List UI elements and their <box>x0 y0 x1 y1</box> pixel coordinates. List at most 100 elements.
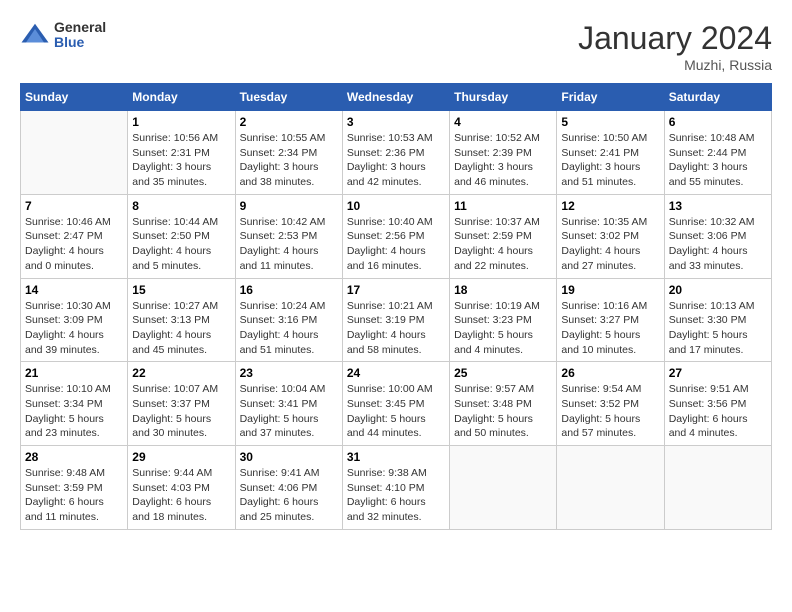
day-number: 6 <box>669 115 767 129</box>
day-number: 2 <box>240 115 338 129</box>
day-info: Sunrise: 10:07 AMSunset: 3:37 PMDaylight… <box>132 382 230 441</box>
day-info: Sunrise: 10:00 AMSunset: 3:45 PMDaylight… <box>347 382 445 441</box>
location-subtitle: Muzhi, Russia <box>578 57 772 73</box>
calendar-day: 21 Sunrise: 10:10 AMSunset: 3:34 PMDaylig… <box>21 362 128 446</box>
weekday-header-friday: Friday <box>557 84 664 111</box>
weekday-header-monday: Monday <box>128 84 235 111</box>
day-number: 9 <box>240 199 338 213</box>
day-number: 29 <box>132 450 230 464</box>
day-number: 19 <box>561 283 659 297</box>
calendar-day: 15 Sunrise: 10:27 AMSunset: 3:13 PMDaylig… <box>128 278 235 362</box>
day-number: 15 <box>132 283 230 297</box>
day-info: Sunrise: 10:48 AMSunset: 2:44 PMDaylight… <box>669 131 767 190</box>
day-info: Sunrise: 9:54 AMSunset: 3:52 PMDaylight:… <box>561 382 659 441</box>
calendar-day: 5 Sunrise: 10:50 AMSunset: 2:41 PMDayligh… <box>557 111 664 195</box>
calendar-day: 18 Sunrise: 10:19 AMSunset: 3:23 PMDaylig… <box>450 278 557 362</box>
calendar-day: 19 Sunrise: 10:16 AMSunset: 3:27 PMDaylig… <box>557 278 664 362</box>
logo-text: General Blue <box>54 20 106 51</box>
day-number: 20 <box>669 283 767 297</box>
day-info: Sunrise: 9:44 AMSunset: 4:03 PMDaylight:… <box>132 466 230 525</box>
logo-general-text: General <box>54 20 106 35</box>
day-number: 13 <box>669 199 767 213</box>
calendar-table: SundayMondayTuesdayWednesdayThursdayFrid… <box>20 83 772 530</box>
day-info: Sunrise: 10:40 AMSunset: 2:56 PMDaylight… <box>347 215 445 274</box>
day-number: 28 <box>25 450 123 464</box>
day-number: 31 <box>347 450 445 464</box>
calendar-day <box>557 446 664 530</box>
calendar-week-1: 1 Sunrise: 10:56 AMSunset: 2:31 PMDayligh… <box>21 111 772 195</box>
day-number: 22 <box>132 366 230 380</box>
calendar-day: 2 Sunrise: 10:55 AMSunset: 2:34 PMDayligh… <box>235 111 342 195</box>
calendar-day: 1 Sunrise: 10:56 AMSunset: 2:31 PMDayligh… <box>128 111 235 195</box>
calendar-day: 6 Sunrise: 10:48 AMSunset: 2:44 PMDayligh… <box>664 111 771 195</box>
calendar-day: 11 Sunrise: 10:37 AMSunset: 2:59 PMDaylig… <box>450 194 557 278</box>
day-number: 21 <box>25 366 123 380</box>
logo-blue-text: Blue <box>54 35 106 50</box>
calendar-day: 13Sunrise: 10:32 AMSunset: 3:06 PMDaylig… <box>664 194 771 278</box>
day-info: Sunrise: 10:46 AMSunset: 2:47 PMDaylight… <box>25 215 123 274</box>
calendar-day: 9 Sunrise: 10:42 AMSunset: 2:53 PMDayligh… <box>235 194 342 278</box>
logo-icon <box>20 20 50 50</box>
calendar-day: 27 Sunrise: 9:51 AMSunset: 3:56 PMDayligh… <box>664 362 771 446</box>
page-header: General Blue January 2024 Muzhi, Russia <box>20 20 772 73</box>
calendar-day: 7 Sunrise: 10:46 AMSunset: 2:47 PMDayligh… <box>21 194 128 278</box>
calendar-header-row: SundayMondayTuesdayWednesdayThursdayFrid… <box>21 84 772 111</box>
calendar-day: 3Sunrise: 10:53 AMSunset: 2:36 PMDayligh… <box>342 111 449 195</box>
calendar-day: 12 Sunrise: 10:35 AMSunset: 3:02 PMDaylig… <box>557 194 664 278</box>
calendar-day: 22 Sunrise: 10:07 AMSunset: 3:37 PMDaylig… <box>128 362 235 446</box>
weekday-header-wednesday: Wednesday <box>342 84 449 111</box>
day-info: Sunrise: 10:56 AMSunset: 2:31 PMDaylight… <box>132 131 230 190</box>
day-info: Sunrise: 10:42 AMSunset: 2:53 PMDaylight… <box>240 215 338 274</box>
day-info: Sunrise: 10:44 AMSunset: 2:50 PMDaylight… <box>132 215 230 274</box>
calendar-day: 4Sunrise: 10:52 AMSunset: 2:39 PMDayligh… <box>450 111 557 195</box>
calendar-day: 8 Sunrise: 10:44 AMSunset: 2:50 PMDayligh… <box>128 194 235 278</box>
day-info: Sunrise: 10:35 AMSunset: 3:02 PMDaylight… <box>561 215 659 274</box>
day-number: 7 <box>25 199 123 213</box>
day-number: 10 <box>347 199 445 213</box>
calendar-day: 10 Sunrise: 10:40 AMSunset: 2:56 PMDaylig… <box>342 194 449 278</box>
day-info: Sunrise: 9:48 AMSunset: 3:59 PMDaylight:… <box>25 466 123 525</box>
calendar-day: 24 Sunrise: 10:00 AMSunset: 3:45 PMDaylig… <box>342 362 449 446</box>
day-info: Sunrise: 9:41 AMSunset: 4:06 PMDaylight:… <box>240 466 338 525</box>
day-number: 23 <box>240 366 338 380</box>
day-info: Sunrise: 10:37 AMSunset: 2:59 PMDaylight… <box>454 215 552 274</box>
day-info: Sunrise: 10:24 AMSunset: 3:16 PMDaylight… <box>240 299 338 358</box>
day-number: 12 <box>561 199 659 213</box>
day-number: 14 <box>25 283 123 297</box>
day-info: Sunrise: 9:51 AMSunset: 3:56 PMDaylight:… <box>669 382 767 441</box>
day-number: 27 <box>669 366 767 380</box>
calendar-day: 20 Sunrise: 10:13 AMSunset: 3:30 PMDaylig… <box>664 278 771 362</box>
day-info: Sunrise: 10:13 AMSunset: 3:30 PMDaylight… <box>669 299 767 358</box>
calendar-day: 23Sunrise: 10:04 AMSunset: 3:41 PMDaylig… <box>235 362 342 446</box>
calendar-day: 29 Sunrise: 9:44 AMSunset: 4:03 PMDayligh… <box>128 446 235 530</box>
day-info: Sunrise: 10:27 AMSunset: 3:13 PMDaylight… <box>132 299 230 358</box>
day-info: Sunrise: 10:19 AMSunset: 3:23 PMDaylight… <box>454 299 552 358</box>
day-number: 25 <box>454 366 552 380</box>
calendar-day: 25 Sunrise: 9:57 AMSunset: 3:48 PMDayligh… <box>450 362 557 446</box>
day-number: 1 <box>132 115 230 129</box>
day-info: Sunrise: 10:55 AMSunset: 2:34 PMDaylight… <box>240 131 338 190</box>
day-info: Sunrise: 9:57 AMSunset: 3:48 PMDaylight:… <box>454 382 552 441</box>
calendar-day: 14 Sunrise: 10:30 AMSunset: 3:09 PMDaylig… <box>21 278 128 362</box>
day-number: 11 <box>454 199 552 213</box>
day-number: 18 <box>454 283 552 297</box>
logo: General Blue <box>20 20 106 51</box>
day-number: 16 <box>240 283 338 297</box>
day-info: Sunrise: 10:10 AMSunset: 3:34 PMDaylight… <box>25 382 123 441</box>
day-info: Sunrise: 10:16 AMSunset: 3:27 PMDaylight… <box>561 299 659 358</box>
day-number: 26 <box>561 366 659 380</box>
day-number: 5 <box>561 115 659 129</box>
calendar-day: 16 Sunrise: 10:24 AMSunset: 3:16 PMDaylig… <box>235 278 342 362</box>
day-info: Sunrise: 10:50 AMSunset: 2:41 PMDaylight… <box>561 131 659 190</box>
day-number: 8 <box>132 199 230 213</box>
calendar-day: 17Sunrise: 10:21 AMSunset: 3:19 PMDaylig… <box>342 278 449 362</box>
day-number: 3 <box>347 115 445 129</box>
calendar-day: 30Sunrise: 9:41 AMSunset: 4:06 PMDayligh… <box>235 446 342 530</box>
weekday-header-saturday: Saturday <box>664 84 771 111</box>
day-number: 24 <box>347 366 445 380</box>
day-info: Sunrise: 10:30 AMSunset: 3:09 PMDaylight… <box>25 299 123 358</box>
calendar-day: 31Sunrise: 9:38 AMSunset: 4:10 PMDayligh… <box>342 446 449 530</box>
calendar-day <box>21 111 128 195</box>
title-block: January 2024 Muzhi, Russia <box>578 20 772 73</box>
calendar-day: 26 Sunrise: 9:54 AMSunset: 3:52 PMDayligh… <box>557 362 664 446</box>
